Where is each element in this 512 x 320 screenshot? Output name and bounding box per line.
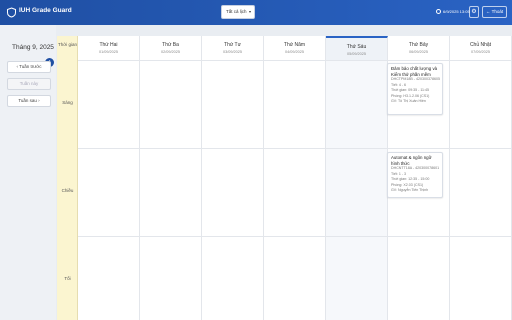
clock-readout: 6/9/2025 13:05: [436, 9, 470, 14]
time-column-header: Thời gian: [58, 42, 77, 47]
day-column-sunday[interactable]: [450, 61, 512, 320]
event-code: DHCNTT18A - 420300078601: [391, 166, 440, 170]
event-title: Automat & ngôn ngữ hình thức: [391, 155, 432, 166]
day-header-wednesday: Thứ Tư 03/09/2025: [202, 36, 264, 61]
day-column-wednesday[interactable]: [202, 61, 264, 320]
day-date: 05/09/2025: [346, 52, 366, 56]
day-name: Chủ Nhật: [469, 42, 492, 48]
clock-icon: [436, 9, 441, 14]
day-header-saturday: Thứ Bảy 06/09/2025: [388, 36, 450, 61]
slot-divider: [78, 236, 512, 237]
week-calendar: Thời gian Sáng Chiều Tối Thứ Hai 01/09/20…: [57, 36, 512, 320]
month-label: Tháng 9, 2025: [12, 44, 54, 51]
day-name: Thứ Năm: [283, 42, 306, 48]
event-card[interactable]: Đảm bảo chất lượng và Kiểm thử phần mềm …: [387, 63, 443, 115]
day-header-monday: Thứ Hai 01/09/2025: [78, 36, 140, 61]
day-date: 02/09/2025: [160, 50, 180, 54]
prev-week-button[interactable]: ‹ Tuần trước: [7, 61, 51, 73]
day-name: Thứ Ba: [162, 42, 179, 48]
day-name: Thứ Hai: [99, 42, 118, 48]
shield-icon: [6, 7, 17, 18]
event-card[interactable]: Automat & ngôn ngữ hình thức DHCNTT18A -…: [387, 152, 443, 198]
event-lecturer: GV: Tô Thị Xuân Hiền: [391, 99, 426, 103]
filter-select-value: Tất cả lịch: [226, 9, 247, 14]
day-name: Thứ Sáu: [346, 44, 367, 50]
day-header-thursday: Thứ Năm 04/09/2025: [264, 36, 326, 61]
clock-text: 6/9/2025 13:05: [443, 9, 470, 14]
day-date: 01/09/2025: [98, 50, 118, 54]
day-column-monday[interactable]: [78, 61, 140, 320]
day-date: 04/09/2025: [284, 50, 304, 54]
top-bar: IUH Grade Guard Tất cả lịch ▾ 6/9/2025 1…: [0, 0, 512, 25]
day-column-friday[interactable]: [326, 61, 388, 320]
day-date: 06/09/2025: [408, 50, 428, 54]
day-date: 03/09/2025: [222, 50, 242, 54]
slot-divider: [78, 148, 512, 149]
slot-label-afternoon: Chiều: [61, 188, 74, 193]
day-name: Thứ Bảy: [408, 42, 429, 48]
day-column-thursday[interactable]: [264, 61, 326, 320]
gear-icon: ⚙: [471, 9, 477, 15]
event-code: DHCTPM18B - 420300378605: [391, 77, 440, 81]
calendar-filter-select[interactable]: Tất cả lịch ▾: [221, 5, 255, 19]
current-week-button[interactable]: Tuần này: [7, 78, 51, 90]
slot-label-morning: Sáng: [62, 100, 73, 105]
current-week-label: Tuần này: [19, 81, 39, 86]
slot-label-evening: Tối: [64, 276, 71, 281]
app-title: IUH Grade Guard: [19, 7, 72, 14]
event-lecturer: GV: Nguyễn Tiến Thịnh: [391, 188, 429, 192]
day-header-tuesday: Thứ Ba 02/09/2025: [140, 36, 202, 61]
arrow-left-icon: ←: [485, 9, 491, 14]
day-column-tuesday[interactable]: [140, 61, 202, 320]
logout-button[interactable]: ← Thoát: [482, 6, 507, 18]
prev-week-label: Tuần trước: [19, 64, 42, 69]
day-date: 07/09/2025: [470, 50, 490, 54]
settings-button[interactable]: ⚙: [469, 6, 479, 18]
event-title: Đảm bảo chất lượng và Kiểm thử phần mềm: [391, 66, 438, 77]
day-header-friday: Thứ Sáu 05/09/2025: [326, 36, 388, 61]
time-column: Thời gian Sáng Chiều Tối: [57, 36, 78, 320]
next-week-label: Tuần sau: [18, 98, 37, 103]
day-name: Thứ Tư: [224, 42, 241, 48]
logout-label: Thoát: [491, 9, 504, 14]
day-header-sunday: Chủ Nhật 07/09/2025: [450, 36, 512, 61]
chevron-down-icon: ▾: [248, 9, 251, 14]
next-week-button[interactable]: Tuần sau ›: [7, 95, 51, 107]
sidebar: ‹ Tháng 9, 2025 ‹ Tuần trước Tuần này Tu…: [0, 25, 56, 320]
